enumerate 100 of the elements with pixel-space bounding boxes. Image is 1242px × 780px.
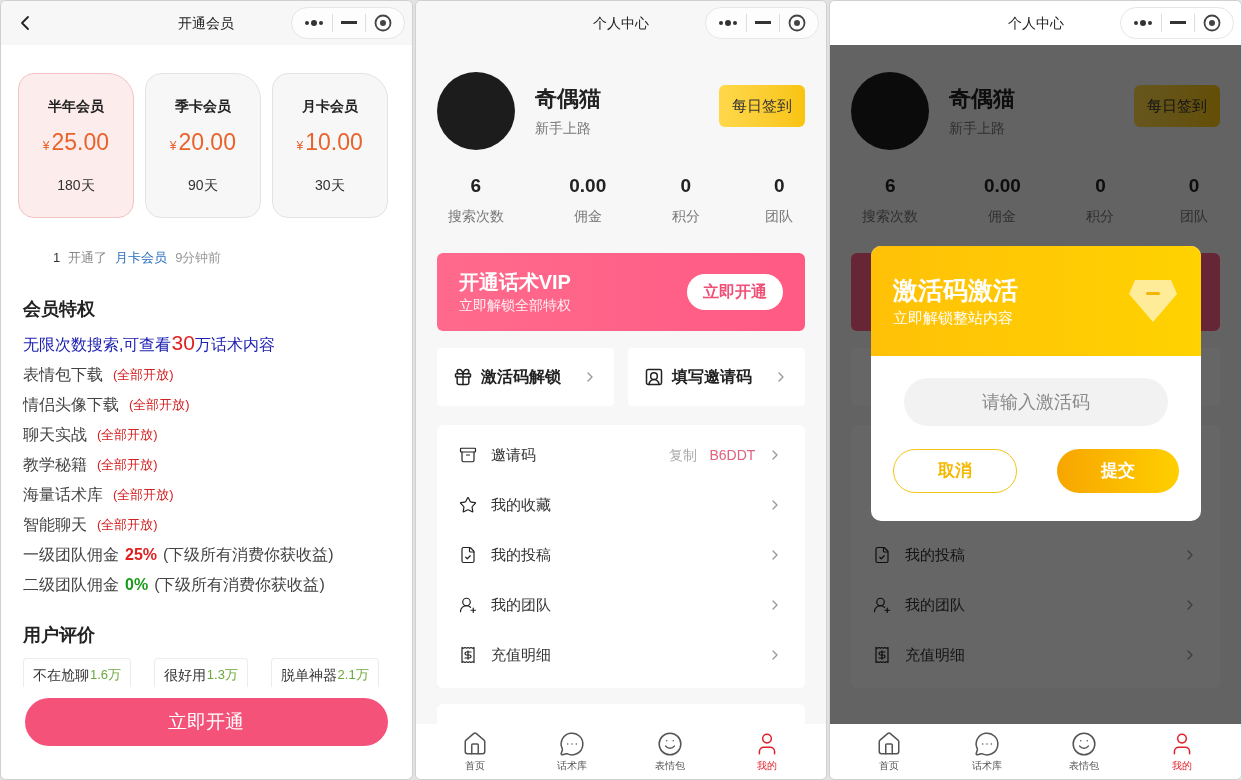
home-icon — [461, 730, 488, 757]
shortcut-card[interactable]: 激活码解锁 — [436, 348, 614, 406]
menu-item[interactable]: 我的团队 — [436, 580, 806, 630]
shortcut-label: 激活码解锁 — [480, 367, 562, 387]
shortcut-label: 填写邀请码 — [672, 367, 753, 387]
feature-tag: (全部开放) — [97, 450, 158, 480]
more-icon[interactable] — [303, 20, 324, 26]
ticker-index: 1 — [53, 249, 61, 267]
file-check-icon — [458, 546, 477, 564]
home-icon — [876, 730, 903, 757]
menu-label: 邀请码 — [490, 444, 537, 465]
currency-symbol: ¥ — [169, 138, 177, 155]
more-icon[interactable] — [1133, 20, 1153, 26]
receipt-icon — [873, 646, 892, 664]
commission-note: (下级所有消费你获收益) — [163, 545, 334, 565]
tab[interactable]: 我的 — [737, 730, 798, 773]
feature-tag: (全部开放) — [97, 420, 158, 450]
gift-icon — [452, 367, 473, 387]
tab[interactable]: 表情包 — [1054, 730, 1115, 773]
banner-title: 开通话术VIP — [458, 269, 572, 295]
menu-label: 充值明细 — [490, 644, 552, 665]
feature-name: 智能聊天 — [23, 515, 87, 535]
menu-item[interactable]: 邀请码 复制 B6DDT — [436, 430, 806, 480]
menu-label: 我的团队 — [905, 594, 967, 615]
tab[interactable]: 首页 — [859, 730, 920, 773]
feature-name: 情侣头像下载 — [23, 395, 119, 415]
ticker-time: 9分钟前 — [175, 249, 222, 267]
menu-item[interactable]: 充值明细 — [436, 630, 806, 680]
commission-label: 一级团队佣金 — [23, 545, 119, 565]
tab[interactable]: 话术库 — [542, 730, 603, 773]
menu-label: 我的投稿 — [490, 544, 552, 565]
feature-name: 教学秘籍 — [23, 455, 87, 475]
dialog-title: 激活码激活 — [893, 274, 1020, 306]
menu-item[interactable]: 我的收藏 — [436, 480, 806, 530]
section-heading: 用户评价 — [23, 624, 96, 647]
activation-code-field[interactable]: 请输入激活码 — [904, 378, 1169, 426]
gem-icon — [1127, 278, 1180, 324]
minimize-icon[interactable] — [1170, 21, 1186, 25]
stat-value: 0 — [680, 174, 692, 198]
user-plus-icon — [458, 596, 477, 614]
review-count: 1.6万 — [90, 666, 122, 684]
page-title: 个人中心 — [1007, 13, 1064, 33]
menu-label: 我的投稿 — [905, 544, 967, 565]
review-count: 2.1万 — [337, 666, 369, 684]
file-check-icon — [873, 546, 892, 564]
feature-name: 表情包下载 — [23, 365, 103, 385]
plan-name: 半年会员 — [47, 97, 104, 116]
review-text: 脱单神器 — [280, 666, 337, 685]
user-level: 新手上路 — [534, 118, 592, 138]
tab[interactable]: 我的 — [1152, 730, 1213, 773]
target-icon[interactable] — [788, 14, 807, 32]
target-icon[interactable] — [373, 14, 392, 32]
ticker-action: 开通了 — [68, 249, 108, 267]
plan-duration: 30天 — [314, 176, 345, 195]
stat-value: 0 — [774, 174, 785, 198]
commission-rate: 25% — [125, 545, 158, 565]
review-count: 1.3万 — [206, 666, 238, 684]
review-text: 很好用 — [163, 666, 206, 685]
plan-duration: 90天 — [188, 176, 218, 195]
tab[interactable]: 表情包 — [639, 730, 700, 773]
invite-code: B6DDT — [709, 445, 756, 465]
tab[interactable]: 首页 — [444, 730, 505, 773]
commission-rate: 0% — [125, 575, 149, 595]
stat-value: 0 — [1095, 174, 1106, 198]
plan-name: 季卡会员 — [174, 97, 231, 116]
ticker-plan: 月卡会员 — [115, 249, 168, 267]
more-icon[interactable] — [718, 20, 739, 26]
chat-bubble-icon — [559, 730, 586, 757]
page-title: 开通会员 — [178, 13, 235, 33]
stat-value: 6 — [470, 174, 481, 198]
feature-tag: (全部开放) — [97, 510, 158, 540]
dialog-subtitle: 立即解锁整站内容 — [893, 307, 1015, 328]
shortcut-card[interactable]: 填写邀请码 — [628, 348, 806, 406]
checkin-button[interactable]: 每日签到 — [719, 85, 806, 127]
user-square-icon — [644, 367, 664, 387]
stat-label: 佣金 — [573, 207, 602, 226]
target-icon[interactable] — [1203, 14, 1221, 32]
commission-label: 二级团队佣金 — [23, 575, 119, 595]
stat-label: 团队 — [765, 207, 794, 226]
tab[interactable]: 话术库 — [956, 730, 1017, 773]
minimize-icon[interactable] — [755, 21, 772, 25]
menu-label: 我的收藏 — [490, 494, 552, 515]
smiley-icon — [656, 730, 683, 757]
stat-label: 积分 — [671, 207, 700, 226]
minimize-icon[interactable] — [340, 21, 357, 25]
menu-label: 充值明细 — [905, 644, 967, 665]
page-title: 个人中心 — [593, 13, 649, 33]
feature-tag: (全部开放) — [113, 360, 174, 390]
feature-name: 聊天实战 — [23, 425, 87, 445]
user-name: 奇偶猫 — [949, 84, 1017, 113]
stat-value: 0.00 — [569, 174, 607, 198]
menu-item[interactable]: 我的投稿 — [436, 530, 806, 580]
menu-label: 我的团队 — [490, 594, 552, 615]
feature-tag: (全部开放) — [113, 480, 174, 510]
plan-card[interactable]: 月卡会员 ¥10.00 30天 — [271, 73, 388, 218]
star-icon — [458, 496, 477, 514]
plan-name: 月卡会员 — [301, 97, 358, 116]
plan-price: 20.00 — [178, 131, 236, 154]
plan-card[interactable]: 半年会员 ¥25.00 180天 — [18, 73, 134, 218]
plan-card[interactable]: 季卡会员 ¥20.00 90天 — [144, 73, 261, 218]
